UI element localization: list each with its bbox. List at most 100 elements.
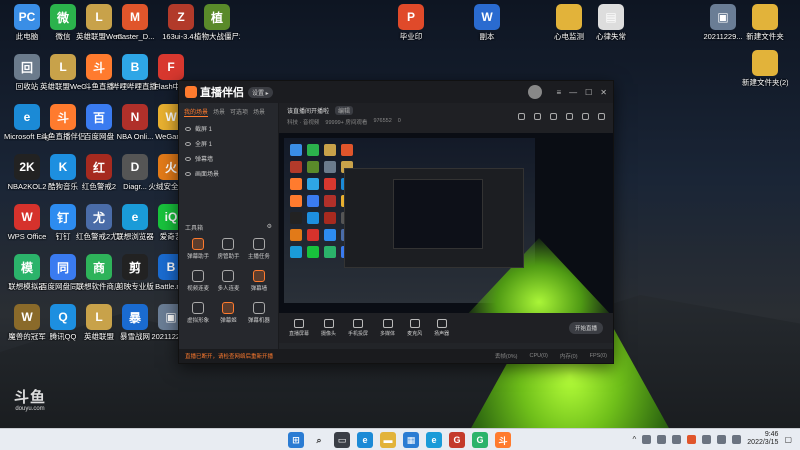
scene-item[interactable]: 弹幕墙 — [179, 151, 278, 166]
stream-title[interactable]: 该直播间开播啦 — [287, 106, 329, 115]
tab-0[interactable]: 我的场景 — [184, 107, 209, 117]
edit-tag[interactable]: 编辑 — [335, 106, 354, 115]
preview-icon — [290, 178, 302, 190]
tool-item[interactable]: 房管助手 — [213, 238, 243, 260]
close-icon[interactable]: ✕ — [600, 88, 607, 97]
app-icon: W — [14, 204, 40, 230]
menu-icon[interactable]: ≡ — [556, 88, 561, 97]
search-icon[interactable]: ⌕ — [311, 432, 327, 448]
wifi-icon[interactable] — [702, 434, 712, 444]
battery-icon[interactable] — [732, 434, 742, 444]
version-badge[interactable]: 设置 ▸ — [248, 86, 273, 98]
source-button[interactable]: 直播屏幕 — [289, 319, 309, 337]
scene-item[interactable]: 全屏 1 — [179, 136, 278, 151]
tool-label: 弹幕助手 — [187, 254, 210, 260]
tab-1[interactable]: 场景 — [213, 107, 225, 117]
avatar[interactable] — [528, 85, 543, 99]
desktop-icon-label: master_D... — [115, 32, 155, 41]
store-icon[interactable]: ▦ — [403, 432, 419, 448]
eye-icon[interactable] — [185, 171, 191, 176]
app-icon: 微 — [50, 4, 76, 30]
preview-nested-window — [344, 168, 524, 268]
screen-icon[interactable] — [566, 113, 573, 120]
tool-item[interactable]: 弹幕姬 — [213, 302, 243, 324]
layout-icon[interactable] — [518, 113, 525, 120]
app-icon: 钉 — [50, 204, 76, 230]
clock[interactable]: 9:46 2022/3/15 — [747, 431, 778, 447]
tab-2[interactable]: 可选项 — [230, 107, 248, 117]
source-button[interactable]: 扬声器 — [434, 319, 449, 337]
scene-item[interactable]: 画面场景 — [179, 166, 278, 181]
desktop-icon[interactable]: ▣ 20211229... — [700, 4, 746, 41]
source-label: 多媒体 — [380, 331, 396, 337]
grid-icon[interactable] — [550, 113, 557, 120]
app-icon: D — [122, 154, 148, 180]
app-icon: Q — [50, 304, 76, 330]
browser-icon[interactable]: e — [426, 432, 442, 448]
scene-item[interactable]: 截屏 1 — [179, 121, 278, 136]
scene-label: 全屏 1 — [195, 142, 213, 148]
app-icon-green[interactable]: G — [472, 432, 488, 448]
chevron-up-icon[interactable]: ^ — [633, 435, 637, 444]
source-button[interactable]: 手机投屏 — [348, 319, 368, 337]
explorer-icon[interactable]: ▬ — [380, 432, 396, 448]
source-button[interactable]: 摄像头 — [321, 319, 336, 337]
bluetooth-icon[interactable] — [672, 434, 682, 444]
desktop-icon[interactable]: 新建文件夹 — [742, 4, 788, 41]
tool-item[interactable]: 虚拟形象 — [183, 302, 213, 324]
start-live-button[interactable]: 开始直播 — [569, 322, 603, 334]
bell-icon[interactable] — [582, 113, 589, 120]
source-button[interactable]: 麦克风 — [407, 319, 422, 337]
tool-item[interactable]: 弹幕机器 — [244, 302, 274, 324]
desktop-icon[interactable]: 新建文件夹(2) — [742, 50, 788, 87]
desktop-icon[interactable]: ▤ 心律失常 — [588, 4, 634, 41]
tool-label: 视频连麦 — [187, 286, 210, 292]
tool-item[interactable]: 主播任务 — [244, 238, 274, 260]
lock-icon[interactable] — [534, 113, 541, 120]
stream-info: 该直播间开播啦 编辑 科技 · 音视频 99999+ 房间观看 976552 0 — [279, 103, 613, 133]
logo-text: 直播伴侣 — [200, 87, 244, 99]
preview-icon — [324, 161, 336, 173]
start-icon[interactable]: ⊞ — [288, 432, 304, 448]
desktop-icon[interactable]: Mmaster_D... — [112, 4, 158, 41]
tool-item[interactable]: 弹幕墙 — [244, 270, 274, 292]
edge-icon[interactable]: e — [357, 432, 373, 448]
tool-icon — [252, 302, 265, 314]
eye-icon[interactable] — [185, 156, 191, 161]
eye-icon[interactable] — [185, 141, 191, 146]
tool-item[interactable]: 弹幕助手 — [183, 238, 213, 260]
eye-icon[interactable] — [185, 126, 191, 131]
tool-icon — [252, 238, 265, 250]
toolbox-settings-icon[interactable]: ⚙ — [267, 223, 272, 232]
tool-item[interactable]: 视频连麦 — [183, 270, 213, 292]
notification-icon[interactable]: ▢ — [784, 435, 792, 444]
tool-label: 弹幕墙 — [250, 286, 268, 292]
watermark-url: douyu.com — [15, 406, 45, 412]
minimize-icon[interactable]: — — [569, 88, 577, 97]
source-button[interactable]: 多媒体 — [380, 319, 395, 337]
tool-icon — [252, 270, 265, 282]
volume-icon[interactable] — [717, 434, 727, 444]
app-icon: 模 — [14, 254, 40, 280]
app-icon: 植 — [204, 4, 230, 30]
desktop-icon[interactable]: 心电监测 — [546, 4, 592, 41]
desktop-icon[interactable]: 植植物大战僵尸2010年度版 — [194, 4, 240, 41]
livestream-app-icon[interactable]: 斗 — [495, 432, 511, 448]
tray-app-icon[interactable] — [657, 434, 667, 444]
maximize-icon[interactable]: ☐ — [585, 88, 592, 97]
app-icon — [752, 4, 778, 30]
preview-icon — [307, 246, 319, 258]
tool-item[interactable]: 多人连麦 — [213, 270, 243, 292]
app-icon-red[interactable]: G — [449, 432, 465, 448]
app-logo: 直播伴侣 — [185, 84, 244, 100]
desktop-icon[interactable]: W 副本 — [464, 4, 510, 41]
taskview-icon[interactable]: ▭ — [334, 432, 350, 448]
cloud-icon[interactable] — [642, 434, 652, 444]
share-icon[interactable] — [598, 113, 605, 120]
toolbox-header: 工具箱 ⚙ — [185, 223, 272, 232]
stream-preview[interactable] — [279, 133, 613, 313]
desktop-icon[interactable]: P 毕业印 — [388, 4, 434, 41]
toolbox-grid: 弹幕助手 房管助手 主播任务视频连麦 多人连麦 弹幕墙虚拟形象 弹幕姬 弹幕机器 — [183, 238, 274, 324]
tray-app-icon[interactable] — [687, 434, 697, 444]
tab-3[interactable]: 场景 — [253, 107, 265, 117]
